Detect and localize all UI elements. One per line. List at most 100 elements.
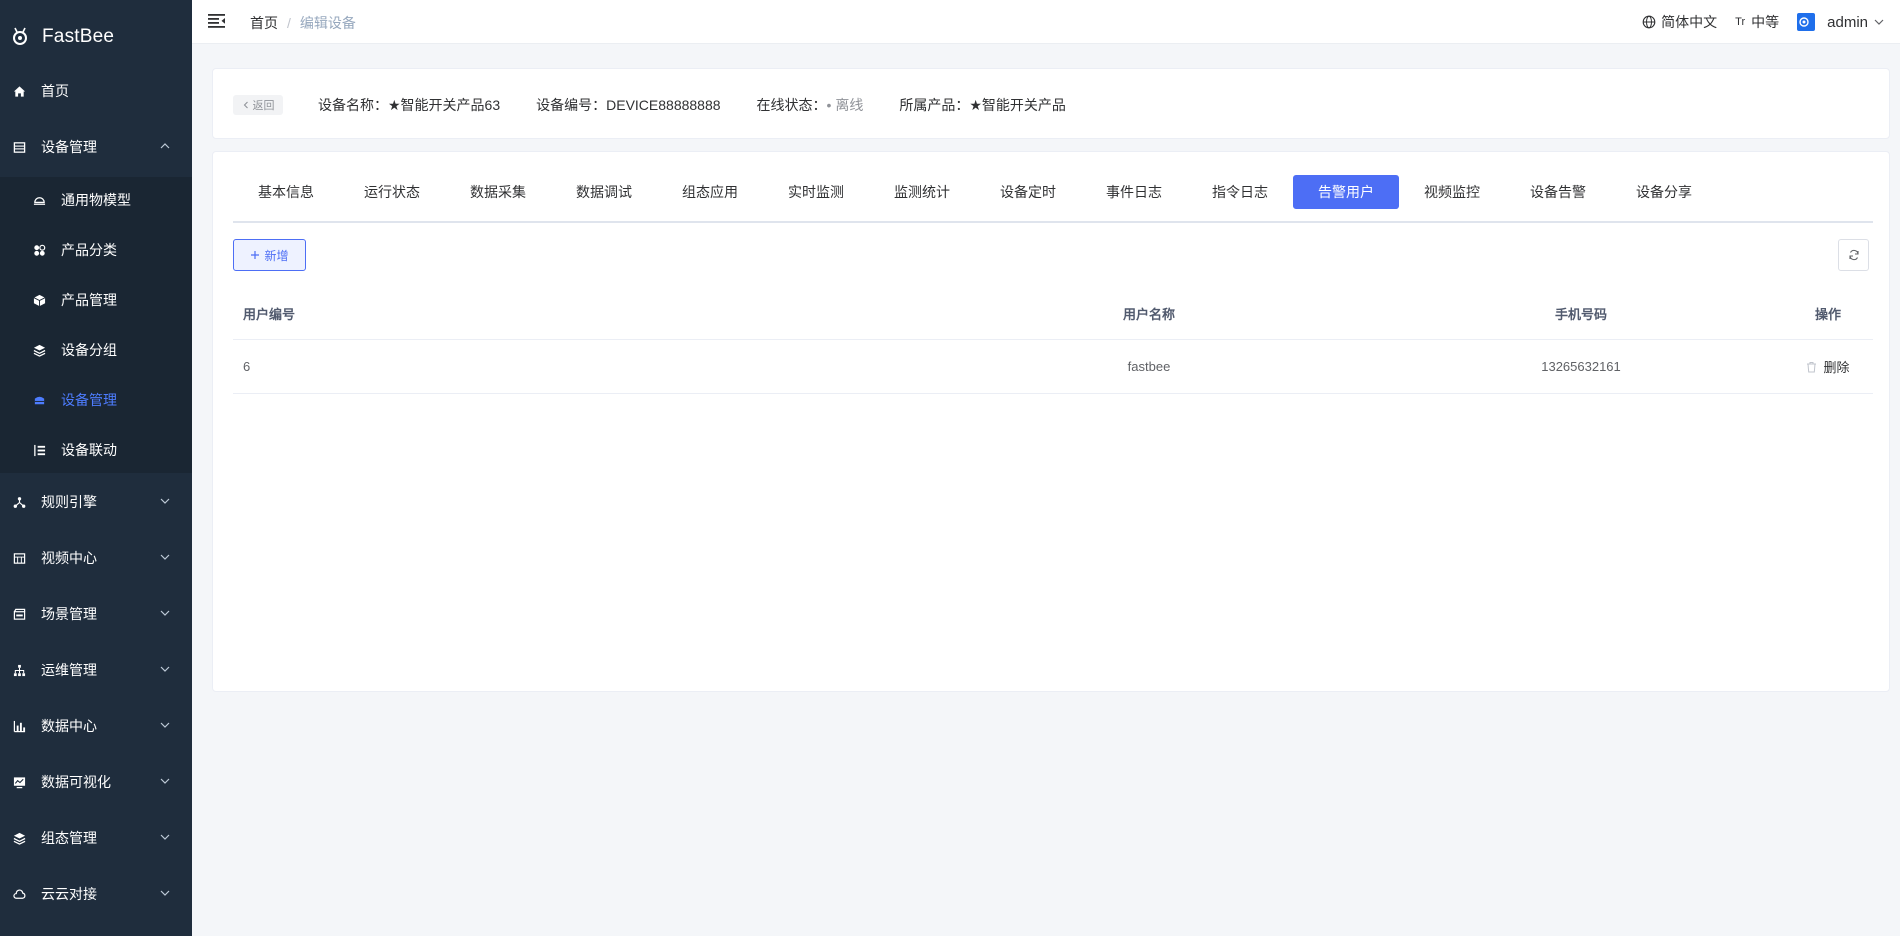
add-button[interactable]: 新增 <box>233 239 306 271</box>
ops-icon <box>12 663 26 677</box>
app-name: FastBee <box>42 26 115 47</box>
tab-config-app[interactable]: 组态应用 <box>657 175 763 209</box>
sidebar-item-data-center[interactable]: 数据中心 <box>0 706 192 746</box>
breadcrumb-separator: / <box>287 15 291 31</box>
sidebar-item-label: 设备管理 <box>61 392 117 408</box>
sidebar-item-generic-model[interactable]: 通用物模型 <box>0 180 192 220</box>
tab-basic-info[interactable]: 基本信息 <box>233 175 339 209</box>
sidebar-item-config-management[interactable]: 组态管理 <box>0 818 192 858</box>
sidebar-item-ops-management[interactable]: 运维管理 <box>0 650 192 690</box>
chevron-down-icon <box>160 610 170 616</box>
tab-event-log[interactable]: 事件日志 <box>1081 175 1187 209</box>
bee-logo-icon <box>13 27 27 45</box>
main-content-card: 基本信息 运行状态 数据采集 数据调试 组态应用 实时监测 监测统计 设备定时 … <box>212 151 1890 692</box>
sidebar-item-data-visualization[interactable]: 数据可视化 <box>0 762 192 802</box>
delete-label: 删除 <box>1823 360 1850 375</box>
product-icon <box>32 293 46 307</box>
sidebar-item-label: 视频中心 <box>41 550 97 566</box>
group-icon <box>32 343 46 357</box>
sidebar-item-device-group[interactable]: 设备分组 <box>0 330 192 370</box>
top-header: 首页 / 编辑设备 简体中文 Tr 中等 admin <box>192 0 1900 44</box>
monitor-chart-icon <box>12 775 26 789</box>
video-icon <box>12 551 26 565</box>
tab-video-monitor[interactable]: 视频监控 <box>1399 175 1505 209</box>
device-tabs: 基本信息 运行状态 数据采集 数据调试 组态应用 实时监测 监测统计 设备定时 … <box>233 175 1873 223</box>
tab-data-collection[interactable]: 数据采集 <box>445 175 551 209</box>
cell-phone: 13265632161 <box>1541 359 1621 374</box>
refresh-button[interactable] <box>1838 239 1869 271</box>
tab-command-log[interactable]: 指令日志 <box>1187 175 1293 209</box>
back-label: 返回 <box>252 100 275 112</box>
sidebar-item-product-category[interactable]: 产品分类 <box>0 230 192 270</box>
back-button[interactable]: 返回 <box>233 95 283 115</box>
chevron-down-icon <box>160 890 170 896</box>
chevron-down-icon <box>160 778 170 784</box>
sidebar-item-cloud-integration[interactable]: 云云对接 <box>0 874 192 914</box>
hamburger-menu-icon[interactable] <box>208 13 226 29</box>
chevron-down-icon <box>160 834 170 840</box>
chevron-down-icon <box>160 498 170 504</box>
sidebar-item-label: 规则引擎 <box>41 494 97 510</box>
sidebar-item-product-management[interactable]: 产品管理 <box>0 280 192 320</box>
tab-alert-users[interactable]: 告警用户 <box>1293 175 1399 209</box>
table-header: 用户编号 用户名称 手机号码 操作 <box>233 287 1873 340</box>
sidebar-item-label: 组态管理 <box>41 830 97 846</box>
globe-icon <box>1642 15 1656 29</box>
sidebar-item-device-linkage[interactable]: 设备联动 <box>0 430 192 470</box>
sidebar-item-label: 产品管理 <box>61 292 117 308</box>
submenu-background <box>0 177 192 473</box>
linkage-icon <box>32 443 46 457</box>
column-user-id: 用户编号 <box>243 306 296 322</box>
sidebar-item-device-list[interactable]: 设备管理 <box>0 380 192 420</box>
tab-device-share[interactable]: 设备分享 <box>1611 175 1717 209</box>
device-name: 设备名称：★智能开关产品63 <box>318 97 501 113</box>
sidebar-item-home[interactable]: 首页 <box>0 71 192 111</box>
sidebar-item-device-management[interactable]: 设备管理 <box>0 127 192 167</box>
plus-icon <box>251 251 260 259</box>
language-label: 简体中文 <box>1661 14 1718 30</box>
chevron-down-icon <box>160 666 170 672</box>
size-switcher[interactable]: Tr 中等 <box>1735 12 1779 32</box>
cell-user-name: fastbee <box>1127 359 1171 374</box>
sidebar: FastBee 首页 设备管理 通用物模型 产品分类 产品管理 设备分组 设备管… <box>0 0 192 936</box>
breadcrumb: 首页 / 编辑设备 <box>250 13 356 33</box>
user-name: admin <box>1827 13 1868 31</box>
breadcrumb-home[interactable]: 首页 <box>250 15 278 31</box>
chevron-down-icon <box>1874 19 1884 25</box>
trash-icon <box>1807 361 1817 372</box>
device-mgmt-icon <box>12 140 26 154</box>
tab-realtime-monitor[interactable]: 实时监测 <box>763 175 869 209</box>
cell-user-id: 6 <box>243 359 251 374</box>
sidebar-item-label: 云云对接 <box>41 886 97 902</box>
sidebar-item-label: 场景管理 <box>41 606 97 622</box>
font-size-icon: Tr <box>1735 16 1746 28</box>
sidebar-item-video-center[interactable]: 视频中心 <box>0 538 192 578</box>
logo[interactable]: FastBee <box>0 0 192 74</box>
delete-button[interactable]: 删除 <box>1806 357 1850 376</box>
sidebar-item-scene-management[interactable]: 场景管理 <box>0 594 192 634</box>
sidebar-item-label: 产品分类 <box>61 242 117 258</box>
user-menu[interactable]: admin <box>1797 13 1884 31</box>
language-switcher[interactable]: 简体中文 <box>1642 12 1717 32</box>
refresh-icon <box>1848 249 1859 261</box>
device-icon <box>32 393 46 407</box>
layers-icon <box>12 831 26 845</box>
tab-device-timer[interactable]: 设备定时 <box>975 175 1081 209</box>
sidebar-item-label: 数据中心 <box>41 718 97 734</box>
tab-running-status[interactable]: 运行状态 <box>339 175 445 209</box>
sidebar-item-label: 首页 <box>41 83 69 99</box>
sidebar-item-label: 运维管理 <box>41 662 97 678</box>
tab-data-debug[interactable]: 数据调试 <box>551 175 657 209</box>
sidebar-item-label: 通用物模型 <box>61 192 131 208</box>
header-actions: 简体中文 Tr 中等 admin <box>1642 0 1900 44</box>
tab-device-alerts[interactable]: 设备告警 <box>1505 175 1611 209</box>
category-icon <box>32 243 46 257</box>
sidebar-item-label: 设备管理 <box>41 139 97 155</box>
tab-monitor-stats[interactable]: 监测统计 <box>869 175 975 209</box>
table-row: 6 fastbee 13265632161 删除 <box>233 340 1873 394</box>
device-status: 在线状态：• 离线 <box>756 97 864 113</box>
device-name-value: ★智能开关产品63 <box>388 97 501 113</box>
chevron-down-icon <box>160 554 170 560</box>
sidebar-item-rule-engine[interactable]: 规则引擎 <box>0 482 192 522</box>
add-label: 新增 <box>264 248 289 263</box>
